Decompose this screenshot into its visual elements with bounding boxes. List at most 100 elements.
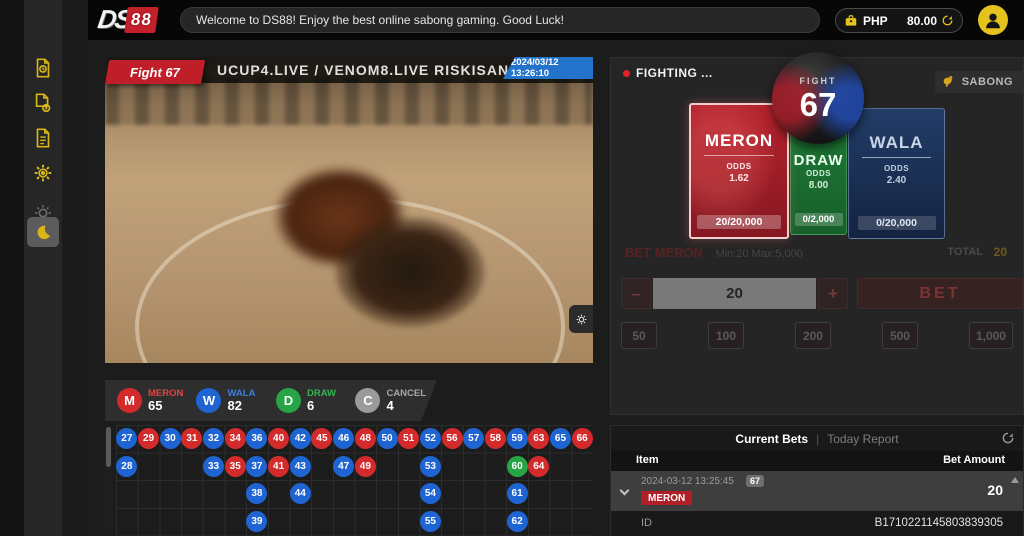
- trend-cell: 48: [354, 425, 376, 453]
- fight-result-ball: 50: [377, 428, 398, 449]
- quick-amount-500[interactable]: 500: [882, 322, 918, 349]
- refresh-bets-icon[interactable]: [1001, 431, 1015, 445]
- fight-result-ball: 29: [138, 428, 159, 449]
- trend-cell: 59: [506, 425, 528, 453]
- trend-scrollbar[interactable]: [105, 425, 112, 536]
- report-document-icon[interactable]: [28, 53, 58, 83]
- trend-scrollbar-thumb[interactable]: [106, 427, 111, 467]
- dark-mode-moon-icon[interactable]: [27, 217, 59, 247]
- trend-cell: 44: [289, 480, 311, 508]
- settings-gear-icon[interactable]: [28, 158, 58, 188]
- wala-pool: 0/20,000: [858, 216, 936, 230]
- fight-result-ball: 62: [507, 511, 528, 532]
- person-icon: [982, 9, 1004, 31]
- fight-status: FIGHTING ...: [623, 66, 713, 80]
- bet-row[interactable]: 2024-03-12 13:25:45 67 MERON 20: [611, 471, 1023, 511]
- tab-today-report[interactable]: Today Report: [827, 432, 898, 446]
- bet-id-value: B1710221145803839305: [875, 517, 1003, 529]
- trend-cell: 49: [354, 453, 376, 481]
- fight-number-badge: Fight 67: [105, 60, 205, 84]
- fight-result-ball: 35: [225, 456, 246, 477]
- decrease-bet-button[interactable]: –: [621, 278, 651, 309]
- quick-amount-1000[interactable]: 1,000: [969, 322, 1013, 349]
- fight-result-ball: 57: [463, 428, 484, 449]
- fight-number-ball: FIGHT 67: [772, 52, 864, 144]
- draw-badge: D: [276, 388, 301, 413]
- fight-result-ball: 27: [116, 428, 137, 449]
- trend-cell: 63: [528, 425, 550, 453]
- summary-wala: W WALA 82: [196, 388, 275, 413]
- trend-cell: 50: [376, 425, 398, 453]
- meron-pool: 20/20,000: [697, 215, 781, 229]
- fight-result-ball: 47: [333, 456, 354, 477]
- video-crowd: [105, 77, 593, 125]
- wala-badge: W: [196, 388, 221, 413]
- wallet-balance[interactable]: PHP 80.00: [835, 8, 963, 33]
- rooster-silhouette: [335, 217, 485, 327]
- trend-cell: 30: [159, 425, 181, 453]
- wala-card[interactable]: WALA ODDS 2.40 0/20,000: [848, 108, 945, 239]
- rooster-icon: [941, 74, 957, 90]
- fight-result-ball: 44: [290, 483, 311, 504]
- bet-side-pill: MERON: [641, 491, 692, 505]
- fight-result-ball: 42: [290, 428, 311, 449]
- bet-amount-input[interactable]: [653, 278, 816, 309]
- fight-history-trend: 2728293031323334353637383940414243444546…: [105, 425, 593, 536]
- total-label: TOTAL: [947, 246, 983, 258]
- fight-result-ball: 52: [420, 428, 441, 449]
- trend-cell: 42: [289, 425, 311, 453]
- current-bets-panel: Current Bets | Today Report Item Bet Amo…: [610, 425, 1024, 536]
- fight-result-ball: 56: [442, 428, 463, 449]
- bet-button[interactable]: BET: [857, 278, 1023, 309]
- stream-watermark: UCUP4.LIVE / VENOM8.LIVE RISKISAN: [217, 62, 509, 78]
- refresh-balance-icon[interactable]: [941, 14, 954, 27]
- trend-cell: 28: [116, 453, 138, 481]
- transaction-document-icon[interactable]: [28, 88, 58, 118]
- trend-cell: 39: [246, 508, 268, 536]
- total-value: 20: [994, 245, 1007, 259]
- fight-result-ball: 38: [246, 483, 267, 504]
- sidebar: [0, 0, 88, 536]
- trend-cell: 46: [333, 425, 355, 453]
- trend-cell: 45: [311, 425, 333, 453]
- fight-result-ball: 58: [485, 428, 506, 449]
- quick-amount-200[interactable]: 200: [795, 322, 831, 349]
- trend-cell: 29: [138, 425, 160, 453]
- trend-cell: 56: [441, 425, 463, 453]
- trend-cell: 62: [506, 508, 528, 536]
- quick-amount-100[interactable]: 100: [708, 322, 744, 349]
- chevron-down-icon[interactable]: [620, 486, 630, 496]
- trend-cell: 27: [116, 425, 138, 453]
- trend-grid: 2728293031323334353637383940414243444546…: [116, 425, 593, 536]
- tab-current-bets[interactable]: Current Bets: [735, 432, 808, 446]
- fight-result-ball: 65: [550, 428, 571, 449]
- live-video-player[interactable]: UCUP4.LIVE / VENOM8.LIVE RISKISAN Fight …: [105, 57, 593, 363]
- trend-cell: 54: [420, 480, 442, 508]
- trend-cell: 61: [506, 480, 528, 508]
- user-avatar[interactable]: [978, 5, 1008, 35]
- fight-result-ball: 46: [333, 428, 354, 449]
- scroll-up-icon[interactable]: [1011, 477, 1019, 483]
- summary-draw: D DRAW 6: [276, 388, 355, 413]
- increase-bet-button[interactable]: +: [818, 278, 848, 309]
- results-summary-bar: M MERON 65 W WALA 82 D DRAW 6 C CANCEL: [105, 380, 437, 421]
- ds88-logo[interactable]: DS 88: [98, 4, 157, 35]
- fight-result-ball: 53: [420, 456, 441, 477]
- cancel-badge: C: [355, 388, 380, 413]
- meron-card[interactable]: MERON ODDS 1.62 20/20,000: [689, 103, 789, 239]
- video-settings-button[interactable]: [569, 305, 593, 333]
- trend-cell: 37: [246, 453, 268, 481]
- fight-result-ball: 32: [203, 428, 224, 449]
- trend-cell: 58: [485, 425, 507, 453]
- app-root: DS 88 Welcome to DS88! Enjoy the best on…: [0, 0, 1024, 536]
- bet-time: 2024-03-12 13:25:45: [641, 476, 734, 487]
- quick-amount-50[interactable]: 50: [621, 322, 657, 349]
- fight-result-ball: 40: [268, 428, 289, 449]
- trend-cell: 32: [203, 425, 225, 453]
- fight-result-ball: 41: [268, 456, 289, 477]
- records-document-icon[interactable]: [28, 123, 58, 153]
- bet-fight-chip: 67: [746, 475, 764, 487]
- fight-result-ball: 51: [398, 428, 419, 449]
- fight-result-ball: 48: [355, 428, 376, 449]
- trend-cell: 31: [181, 425, 203, 453]
